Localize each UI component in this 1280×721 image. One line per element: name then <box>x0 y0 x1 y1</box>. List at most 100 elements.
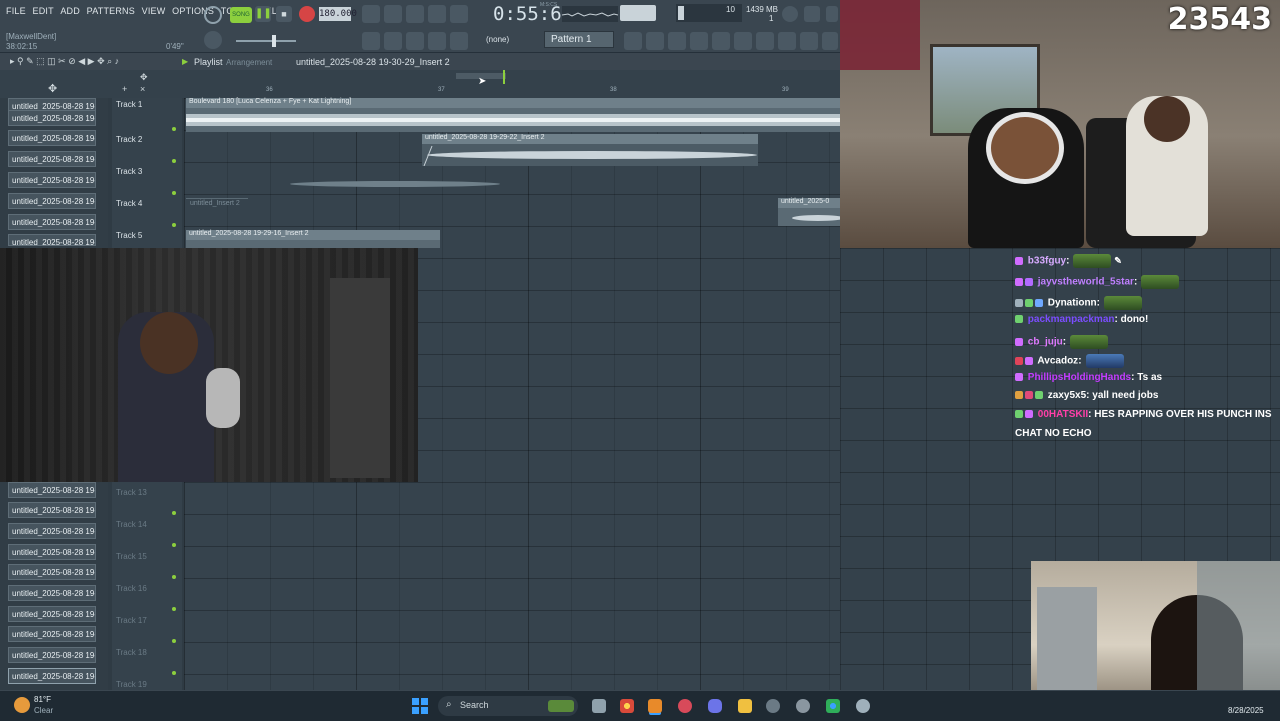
picker-item[interactable]: untitled_2025-08-28 19- <box>8 544 96 560</box>
track-label[interactable]: Track 2 <box>116 135 142 144</box>
track-mute-led[interactable] <box>172 223 176 227</box>
master-pitch-slider[interactable] <box>236 35 296 47</box>
track-label[interactable]: Track 3 <box>116 167 142 176</box>
close-track-icon[interactable]: × <box>140 84 145 94</box>
metronome-icon[interactable] <box>362 5 380 23</box>
track-label[interactable]: Track 1 <box>116 100 142 109</box>
playlist-arrangement[interactable]: Arrangement <box>226 58 272 67</box>
chat-user[interactable]: Avcadoz <box>1037 356 1078 367</box>
pitch-knob[interactable] <box>204 31 222 49</box>
task-view-icon[interactable] <box>592 699 606 713</box>
picker-item[interactable]: untitled_2025-08-28 19- <box>8 214 96 230</box>
track-label[interactable]: Track 4 <box>116 199 142 208</box>
picker-item[interactable]: untitled_2025-08-28 19- <box>8 110 96 126</box>
menu-file[interactable]: FILE <box>6 6 26 16</box>
picker-item[interactable]: untitled_2025-08-28 19- <box>8 523 96 539</box>
snap-select[interactable]: (none) <box>486 35 509 44</box>
menu-view[interactable]: VIEW <box>142 6 166 16</box>
app-icon[interactable] <box>766 699 780 713</box>
track-label[interactable]: Track 5 <box>116 231 142 240</box>
refresh-icon[interactable] <box>782 6 798 22</box>
playlist-icon[interactable] <box>624 32 642 50</box>
record-icon[interactable] <box>299 6 315 22</box>
chat-user[interactable]: jayvstheworld_5star <box>1038 277 1134 288</box>
picker-item[interactable]: untitled_2025-08-28 19- <box>8 606 96 622</box>
chat-user[interactable]: cb_juju <box>1028 337 1063 348</box>
channel-rack-icon[interactable] <box>668 32 686 50</box>
ghost-clip[interactable]: untitled_Insert 2 <box>186 198 248 217</box>
tempo-display[interactable]: 180.000 <box>319 7 357 21</box>
stop-icon[interactable]: ■ <box>276 6 292 22</box>
chat-user[interactable]: PhillipsHoldingHands <box>1028 372 1131 383</box>
track-label[interactable]: Track 18 <box>116 648 147 657</box>
weather-desc[interactable]: Clear <box>34 706 53 715</box>
countdown-icon[interactable] <box>406 5 424 23</box>
picker-item[interactable]: untitled_2025-08-28 19- <box>8 564 96 580</box>
taskbar-date[interactable]: 8/28/2025 <box>1228 706 1264 715</box>
picker-item[interactable]: untitled_2025-08-28 19- <box>8 482 96 498</box>
picker-item[interactable]: untitled_2025-08-28 19- <box>8 502 96 518</box>
playlist-ruler[interactable]: ➤ 36 37 38 39 ✥ + × ✥ <box>0 70 840 98</box>
track-mute-led[interactable] <box>172 191 176 195</box>
picker-item-selected[interactable]: untitled_2025-08-28 19- <box>8 668 96 684</box>
chat-user[interactable]: b33fguy <box>1028 256 1066 267</box>
weather-icon[interactable] <box>14 697 30 713</box>
stamp-icon[interactable] <box>450 32 468 50</box>
picker-item[interactable]: untitled_2025-08-28 19- <box>8 151 96 167</box>
arrow-icon[interactable] <box>384 32 402 50</box>
audio-clip[interactable]: untitled_2025-08-28 19-29-22_Insert 2 <box>422 134 758 166</box>
snap-move-icon[interactable]: ✥ <box>140 72 148 83</box>
master-volume-knob[interactable] <box>204 6 222 24</box>
hint-bar-icon[interactable] <box>822 32 838 50</box>
track-mute-led[interactable] <box>172 671 176 675</box>
app-icon[interactable] <box>678 699 692 713</box>
picker-item[interactable]: untitled_2025-08-28 19- <box>8 234 96 246</box>
typing-keyboard-icon[interactable] <box>362 32 380 50</box>
move-icon[interactable]: ✥ <box>48 82 57 95</box>
play-icon[interactable]: ❚❚ <box>255 6 272 22</box>
close-icon[interactable] <box>804 6 820 22</box>
track-mute-led[interactable] <box>172 543 176 547</box>
windows-start-icon[interactable] <box>412 698 428 714</box>
picker-item[interactable]: untitled_2025-08-28 19- <box>8 130 96 146</box>
mixer-icon[interactable] <box>690 32 708 50</box>
track-label[interactable]: Track 17 <box>116 616 147 625</box>
track-mute-led[interactable] <box>172 607 176 611</box>
audio-clip[interactable]: untitled_2025-08-28 19-29-16_Insert 2 <box>186 230 440 248</box>
add-track-icon[interactable]: + <box>122 84 127 94</box>
fl-studio-icon[interactable] <box>648 699 662 713</box>
picker-item[interactable]: untitled_2025-08-28 19- <box>8 193 96 209</box>
chat-user[interactable]: Dynationn <box>1048 298 1097 309</box>
loop-record-icon[interactable] <box>450 5 468 23</box>
file-explorer-icon[interactable] <box>738 699 752 713</box>
chrome-profile-icon[interactable] <box>826 699 840 713</box>
track-mute-led[interactable] <box>172 639 176 643</box>
browser-icon[interactable] <box>712 32 730 50</box>
wrench-icon[interactable] <box>756 32 774 50</box>
track-mute-led[interactable] <box>172 127 176 131</box>
chat-user[interactable]: packmanpackman <box>1028 314 1115 325</box>
menu-patterns[interactable]: PATTERNS <box>87 6 135 16</box>
plugin-icon[interactable] <box>734 32 752 50</box>
mic-icon[interactable] <box>826 6 838 22</box>
picker-item[interactable]: untitled_2025-08-28 19- <box>8 626 96 642</box>
track-label[interactable]: Track 15 <box>116 552 147 561</box>
settings-icon[interactable] <box>856 699 870 713</box>
track-mute-led[interactable] <box>172 575 176 579</box>
chat-user[interactable]: 00HATSKII <box>1038 409 1088 420</box>
picker-item[interactable]: untitled_2025-08-28 19- <box>8 647 96 663</box>
track-label[interactable]: Track 13 <box>116 488 147 497</box>
chrome-icon[interactable] <box>620 699 634 713</box>
step-edit-icon[interactable] <box>428 5 446 23</box>
slider-handle[interactable] <box>272 35 276 47</box>
piano-roll-icon[interactable] <box>646 32 664 50</box>
chat-user[interactable]: zaxy5x5 <box>1048 390 1086 401</box>
touch-icon[interactable] <box>778 32 796 50</box>
playlist-tools-icons[interactable]: ▸ ⚲ ✎ ⬚ ◫ ✂ ⊘ ◀ ▶ ✥ ⌕ ♪ <box>10 56 119 67</box>
weather-temp[interactable]: 81°F <box>34 695 51 704</box>
audio-clip[interactable]: untitled_2025-0 <box>778 198 840 226</box>
track-label[interactable]: Track 16 <box>116 584 147 593</box>
playhead-marker[interactable] <box>503 70 505 84</box>
menu-edit[interactable]: EDIT <box>33 6 54 16</box>
discord-icon[interactable] <box>708 699 722 713</box>
